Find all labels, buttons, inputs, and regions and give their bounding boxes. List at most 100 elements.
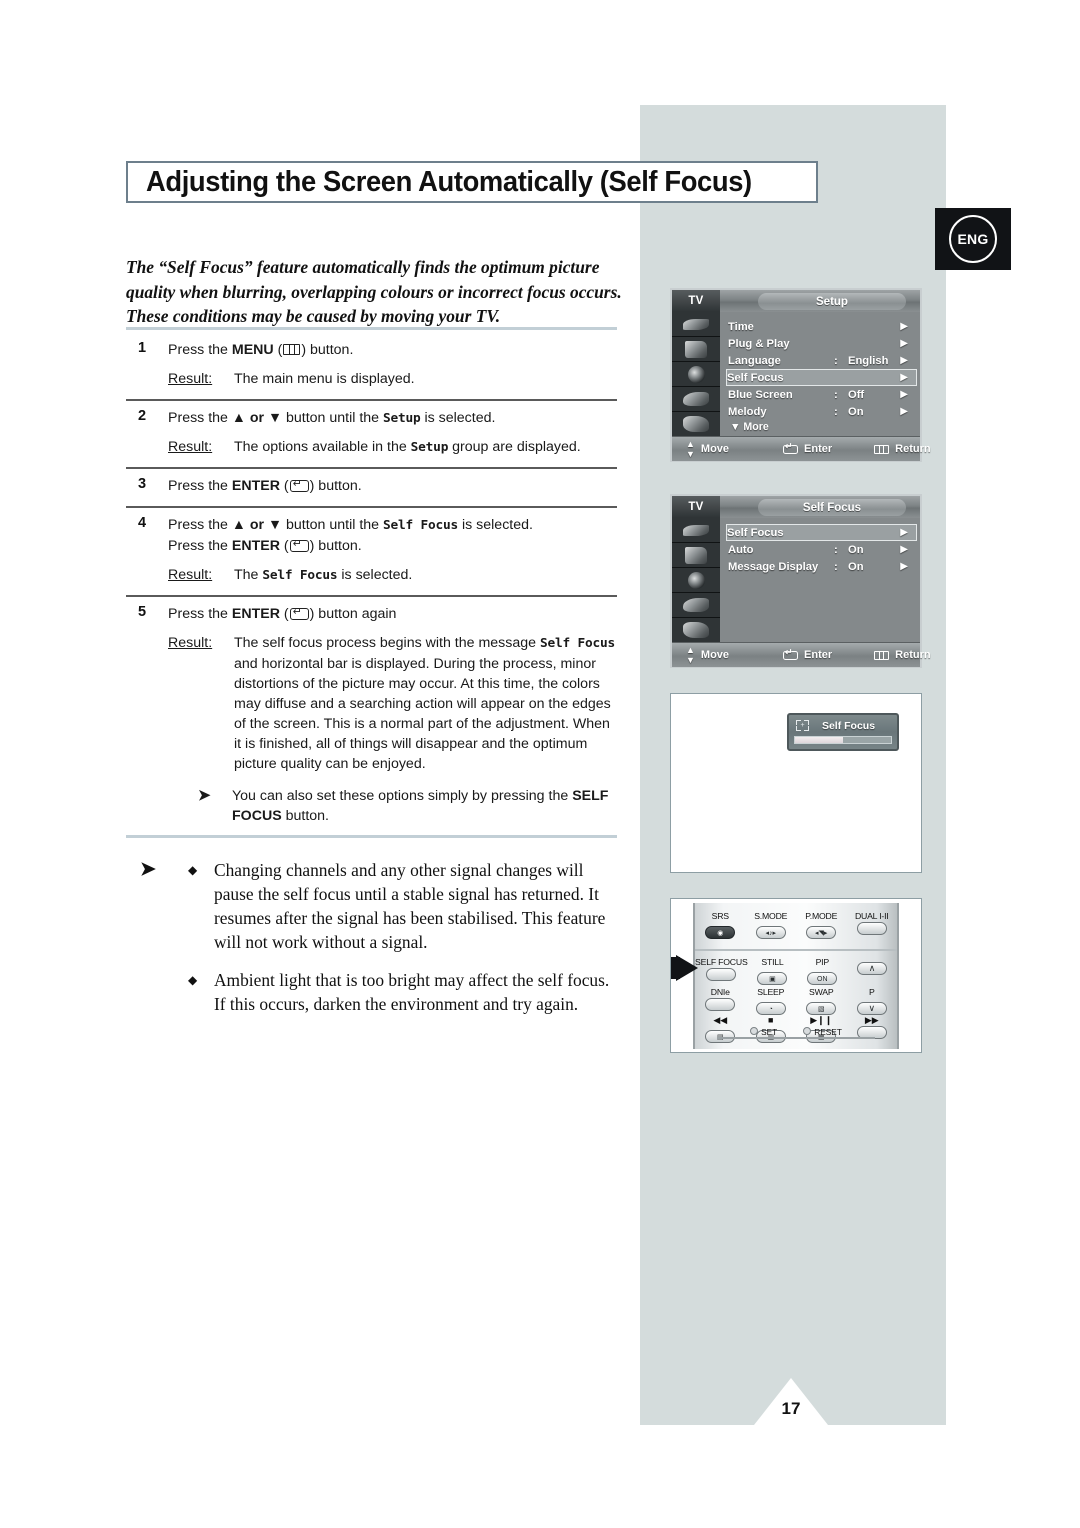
remote-key-pip[interactable]: PIP ON (797, 957, 847, 986)
remote-key-button[interactable]: ◂◥▸ (806, 926, 837, 939)
osd-tab-setup[interactable]: Setup (758, 293, 906, 310)
setup-icon[interactable] (672, 412, 720, 436)
remote-key-button[interactable]: ∨ (856, 1002, 887, 1015)
remote-key-button[interactable]: ◔ (755, 1002, 786, 1015)
remote-key-button[interactable]: ▧ (806, 1002, 837, 1015)
tv-icon[interactable] (672, 543, 720, 568)
step-instruction: Press the ENTER () button again (168, 604, 617, 625)
set-dot-icon (750, 1027, 759, 1035)
remote-key-channel-down[interactable]: P ∨ (847, 987, 898, 1016)
note-item: ◆ Ambient light that is too bright may a… (188, 968, 620, 1016)
osd-row-message-display[interactable]: Message Display : On ▶ (728, 558, 916, 575)
up-down-arrows-icon: ▲ ▼ (686, 439, 695, 459)
osd-body: Time ▶ Plug & Play ▶ Language : English … (672, 312, 920, 436)
osd-row-plug-and-play[interactable]: Plug & Play ▶ (728, 335, 916, 352)
osd-row-melody[interactable]: Melody : On ▶ (728, 403, 916, 420)
updown-arrows-label: ▲ or ▼ (231, 410, 283, 426)
remote-key-button[interactable] (705, 998, 736, 1011)
osd-more-label[interactable]: ▼ More (730, 421, 920, 433)
step-key-label: ENTER (231, 478, 280, 494)
osd-row-auto[interactable]: Auto : On ▶ (728, 541, 916, 558)
step-key-label: ENTER (231, 538, 280, 554)
remote-key-button[interactable] (706, 968, 737, 981)
ribbon-icon[interactable] (672, 387, 720, 412)
step-note: ➤ You can also set these options simply … (168, 786, 617, 826)
remote-key-swap[interactable]: SWAP ▧ (796, 987, 847, 1016)
remote-key-label: S.MODE (754, 911, 788, 921)
pip-on-label: ON (817, 976, 828, 983)
remote-key-pmode[interactable]: P.MODE ◂◥▸ (796, 911, 847, 940)
osd-row-language[interactable]: Language : English ▶ (728, 352, 916, 369)
step-instruction: Press the ▲ or ▼ button until the Self F… (168, 515, 617, 536)
remote-key-channel-up[interactable]: ∧ (847, 957, 897, 986)
tv-icon[interactable] (672, 337, 720, 362)
remote-key-srs[interactable]: SRS ◉ (695, 911, 746, 940)
note-item: ◆ Changing channels and any other signal… (188, 858, 620, 954)
osd-menu-setup[interactable]: TV Setup Time ▶ Plug & Play ▶ Language :… (670, 288, 931, 462)
remote-key-button[interactable]: ON (807, 972, 838, 985)
srs-icon: ◉ (717, 930, 724, 937)
chevron-right-icon: ▶ (900, 543, 908, 555)
setup-icon[interactable] (672, 618, 720, 642)
page-title: Adjusting the Screen Automatically (Self… (146, 165, 752, 198)
footer-enter-label: Enter (804, 443, 833, 455)
remote-key-button[interactable] (856, 922, 887, 935)
remote-key-set[interactable]: SET (750, 1027, 777, 1037)
remote-key-reset[interactable]: RESET (803, 1027, 842, 1037)
step-text-pre: Press the (168, 606, 232, 622)
stop-icon: ■ (768, 1015, 774, 1025)
antenna-icon[interactable] (672, 312, 720, 337)
result-text-post: and horizontal bar is displayed. During … (234, 656, 611, 772)
step-result: Result: The main menu is displayed. (168, 369, 617, 390)
footer-move-label: Move (700, 649, 730, 661)
remote-key-button[interactable]: ◂♪▸ (755, 926, 786, 939)
result-label: Result: (168, 567, 213, 583)
remote-key-sleep[interactable]: SLEEP ◔ (746, 987, 797, 1016)
chevron-up-icon: ∧ (868, 963, 876, 973)
osd-row-time[interactable]: Time ▶ (728, 318, 916, 335)
remote-key-button[interactable]: ◉ (705, 926, 736, 939)
step-text-post: ) button. (301, 342, 354, 358)
remote-key-dnie[interactable]: DNIe (695, 987, 746, 1016)
osd-row-value: Off (848, 388, 865, 401)
remote-key-dual[interactable]: DUAL I-II (847, 911, 898, 940)
osd-source-label: TV (672, 496, 720, 518)
chevron-right-icon: ▶ (900, 405, 908, 417)
step-item: 1 Press the MENU () button. Result: The … (126, 333, 617, 399)
step-instruction: Press the ▲ or ▼ button until the Setup … (168, 408, 617, 429)
osd-header: TV Self Focus (672, 496, 920, 518)
step-result: Result: The self focus process begins wi… (168, 633, 617, 774)
osd-menu-self-focus[interactable]: TV Self Focus Self Focus ▶ Auto : On ▶ M… (670, 494, 931, 668)
speaker-icon[interactable] (672, 362, 720, 387)
remote-key-smode[interactable]: S.MODE ◂♪▸ (746, 911, 797, 940)
remote-key-label: P.MODE (805, 911, 838, 921)
remote-key-label: PIP (815, 957, 830, 967)
osd-row-self-focus[interactable]: Self Focus ▶ (726, 524, 917, 541)
step-item: 3 Press the ENTER () button. (126, 469, 617, 506)
result-text: The Self Focus is selected. (234, 565, 617, 586)
chevron-right-icon: ▶ (900, 526, 908, 538)
step-text-pre: Press the (168, 517, 232, 533)
diamond-bullet-icon: ◆ (188, 973, 198, 987)
ribbon-icon[interactable] (672, 593, 720, 618)
chevron-right-icon: ▶ (900, 320, 908, 332)
remote-key-still[interactable]: STILL ▣ (748, 957, 798, 986)
osd-row-colon: : (834, 560, 838, 573)
step-instruction: Press the ENTER () button. (168, 476, 617, 497)
remote-key-self-focus[interactable]: SELF FOCUS (695, 957, 748, 986)
remote-control-diagram: SRS ◉ S.MODE ◂♪▸ P.MODE ◂◥▸ DUAL I-II SE… (670, 898, 922, 1053)
remote-key-button[interactable]: ▣ (757, 972, 788, 985)
remote-key-label: SRS (711, 911, 729, 921)
osd-row-self-focus[interactable]: Self Focus ▶ (726, 369, 917, 386)
antenna-icon[interactable] (672, 518, 720, 543)
osd-tab-self-focus[interactable]: Self Focus (758, 499, 906, 516)
result-text-post: group are displayed. (448, 439, 581, 455)
remote-row-bottom: SET RESET (695, 1027, 897, 1037)
remote-key-button[interactable]: ∧ (857, 962, 888, 975)
sleep-clock-icon: ◔ (768, 1006, 773, 1013)
result-text-pre: The self focus process begins with the m… (234, 635, 540, 651)
osd-row-blue-screen[interactable]: Blue Screen : Off ▶ (728, 386, 916, 403)
result-label: Result: (168, 635, 213, 651)
speaker-icon[interactable] (672, 568, 720, 593)
osd-row-value: English (848, 354, 889, 367)
